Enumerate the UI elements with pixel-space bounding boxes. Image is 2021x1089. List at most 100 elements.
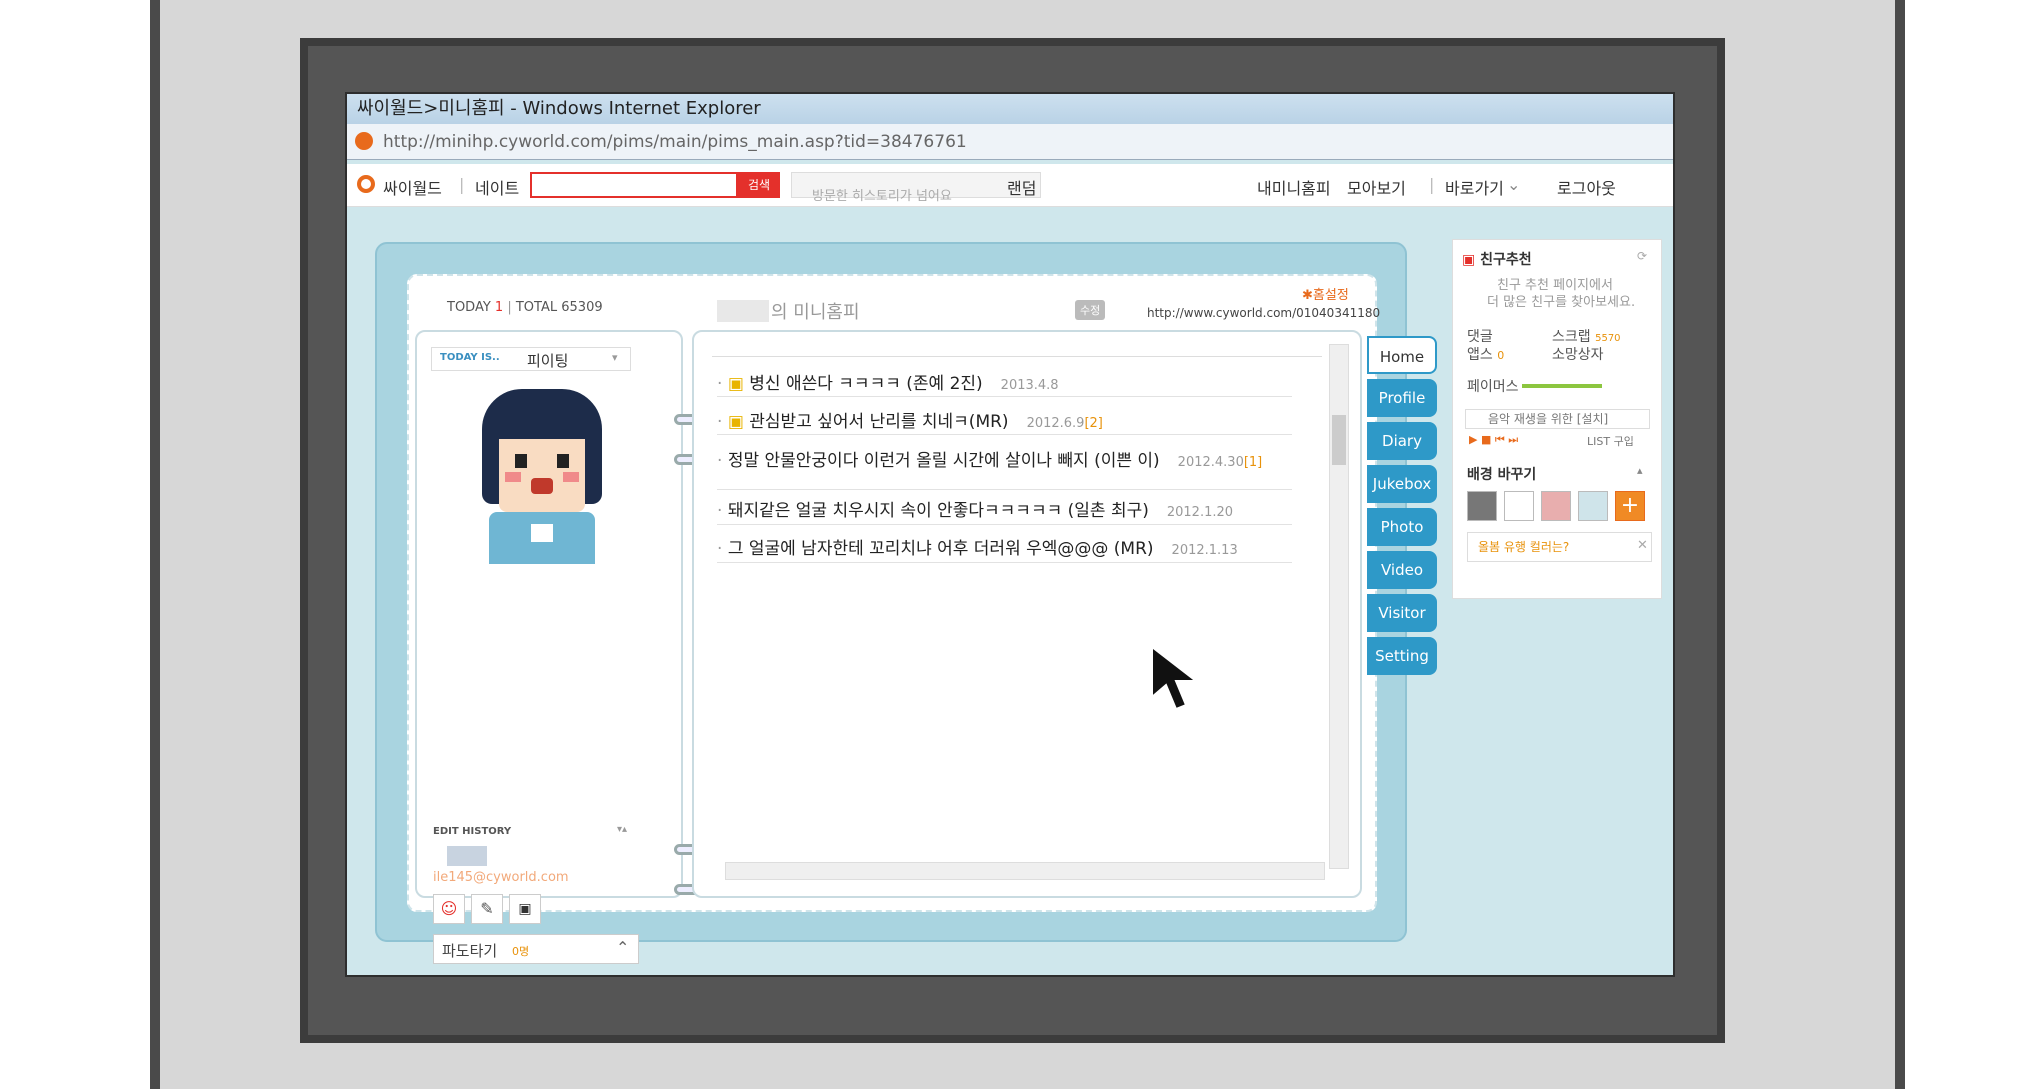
post-date: 2012.4.30 xyxy=(1177,455,1244,470)
close-icon[interactable]: ✕ xyxy=(1637,538,1648,553)
post-comment-count: [2] xyxy=(1084,416,1103,431)
tab-setting[interactable]: Setting xyxy=(1367,637,1437,675)
divider xyxy=(717,489,1292,490)
post-title[interactable]: 관심받고 싶어서 난리를 치네ㅋ(MR) xyxy=(749,412,1008,432)
nav-cyworld-link[interactable]: 싸이월드 xyxy=(383,175,442,199)
music-install[interactable]: 음악 재생을 위한 [설치] xyxy=(1465,409,1650,429)
tab-jukebox[interactable]: Jukebox xyxy=(1367,465,1437,503)
address-bar[interactable]: http://minihp.cyworld.com/pims/main/pims… xyxy=(347,124,1673,160)
add-bg-icon[interactable]: + xyxy=(1615,491,1645,521)
tooltip-text: 올봄 유행 컬러는? xyxy=(1478,540,1570,554)
minihompy-title: 의 미니홈피 xyxy=(771,302,860,323)
post-title[interactable]: 정말 안물안궁이다 이런거 올릴 시간에 살이나 빼지 (이쁜 이) xyxy=(728,451,1160,471)
nav-logout[interactable]: 로그아웃 xyxy=(1557,175,1616,199)
history-placeholder: 방문한 히스토리가 넘어요 xyxy=(812,189,952,204)
nav-divider: | xyxy=(459,175,465,194)
music-list[interactable]: LIST 구입 xyxy=(1587,433,1634,449)
cyworld-logo-icon xyxy=(357,175,375,193)
history-box[interactable]: 방문한 히스토리가 넘어요 xyxy=(791,172,1041,204)
tab-diary[interactable]: Diary xyxy=(1367,422,1437,460)
friend-icon[interactable]: ☺ xyxy=(433,894,465,924)
apps-row[interactable]: 앱스 0 xyxy=(1467,344,1504,364)
post-title[interactable]: 병신 애쓴다 ㅋㅋㅋㅋ (존예 2진) xyxy=(749,374,982,394)
scrap-row[interactable]: 스크랩 5570 xyxy=(1552,326,1621,346)
list-item[interactable]: · 돼지같은 얼굴 치우시지 속이 안좋다ㅋㅋㅋㅋㅋ (일촌 최구) 2012.1… xyxy=(717,496,1233,521)
mood-selector[interactable]: TODAY IS.. 피이팅 ▾ xyxy=(431,347,631,371)
scrollbar-thumb[interactable] xyxy=(1332,415,1346,465)
wave-selector[interactable]: 파도타기 0명 ⌃ xyxy=(433,934,639,964)
chevron-down-icon[interactable]: ⌄ xyxy=(1507,175,1520,194)
mouse-pointer-icon xyxy=(1151,645,1199,711)
collapse-panel-icon[interactable]: ▴ xyxy=(1637,464,1643,477)
browser-screen: 싸이월드>미니홈피 - Windows Internet Explorer ht… xyxy=(345,92,1675,977)
folder-icon: ▣ xyxy=(727,374,744,394)
tab-video[interactable]: Video xyxy=(1367,551,1437,589)
collapse-icon[interactable]: ▾▴ xyxy=(617,824,627,835)
wave-count: 0명 xyxy=(512,945,530,958)
random-button[interactable]: 랜덤 xyxy=(1007,175,1036,199)
list-item[interactable]: · 그 얼굴에 남자한테 꼬리치냐 어후 더러워 우엑@@@ (MR) 2012.… xyxy=(717,534,1238,559)
scrap-count: 5570 xyxy=(1595,333,1621,344)
post-date: 2012.1.20 xyxy=(1166,505,1234,520)
search-button[interactable]: 검색 xyxy=(738,172,780,198)
friend-recommend-icon: ▣ xyxy=(1462,252,1476,268)
total-label: TOTAL xyxy=(515,300,558,315)
post-title[interactable]: 돼지같은 얼굴 치우시지 속이 안좋다ㅋㅋㅋㅋㅋ (일촌 최구) xyxy=(728,501,1149,521)
top-navigation: 싸이월드 | 네이트 검색 방문한 히스토리가 넘어요 랜덤 내미니홈피 모아보… xyxy=(347,164,1673,207)
nav-shortcut[interactable]: 바로가기 xyxy=(1445,175,1504,199)
dropdown-icon[interactable]: ▾ xyxy=(612,351,618,364)
bg-change-title: 배경 바꾸기 xyxy=(1467,467,1537,483)
bg-swatch-blue[interactable] xyxy=(1578,491,1608,521)
nav-nate-link[interactable]: 네이트 xyxy=(475,175,519,199)
wave-label: 파도타기 xyxy=(442,942,498,960)
divider xyxy=(717,434,1292,435)
today-label: TODAY xyxy=(447,300,491,315)
refresh-icon[interactable]: ⟳ xyxy=(1637,249,1647,263)
divider xyxy=(717,524,1292,525)
edit-button[interactable]: 수정 xyxy=(1075,300,1106,320)
today-count: 1 xyxy=(494,300,504,315)
list-item[interactable]: · 정말 안물안궁이다 이런거 올릴 시간에 살이나 빼지 (이쁜 이) 2012… xyxy=(717,446,1262,471)
post-title[interactable]: 그 얼굴에 남자한테 꼬리치냐 어후 더러워 우엑@@@ (MR) xyxy=(728,539,1154,559)
tab-photo[interactable]: Photo xyxy=(1367,508,1437,546)
home-url[interactable]: http://www.cyworld.com/01040341180 xyxy=(1147,306,1380,320)
comment-label[interactable]: 댓글 xyxy=(1467,326,1493,346)
apps-label: 앱스 xyxy=(1467,347,1493,363)
color-tooltip[interactable]: 올봄 유행 컬러는? xyxy=(1467,532,1652,562)
apps-count: 0 xyxy=(1497,349,1505,362)
list-item[interactable]: · ▣ 병신 애쓴다 ㅋㅋㅋㅋ (존예 2진) 2013.4.8 xyxy=(717,369,1059,394)
url-text[interactable]: http://minihp.cyworld.com/pims/main/pims… xyxy=(383,132,967,152)
divider xyxy=(717,562,1292,563)
total-count: 65309 xyxy=(561,300,603,315)
owner-email[interactable]: ile145@cyworld.com xyxy=(433,870,569,885)
site-icon xyxy=(355,132,373,150)
bg-swatch-gray[interactable] xyxy=(1467,491,1497,521)
bg-swatch-white[interactable] xyxy=(1504,491,1534,521)
vertical-scrollbar[interactable] xyxy=(1329,344,1349,869)
play-icon[interactable]: ▶ ■ ⏮ ⏭ xyxy=(1469,433,1518,447)
post-comment-count: [1] xyxy=(1243,455,1263,470)
post-date: 2012.6.9 xyxy=(1026,416,1085,431)
tab-profile[interactable]: Profile xyxy=(1367,379,1437,417)
tab-home[interactable]: Home xyxy=(1367,336,1437,374)
horizontal-scrollbar[interactable] xyxy=(725,862,1325,880)
recommend-text-2[interactable]: 더 많은 친구를 찾아보세요. xyxy=(1487,291,1635,310)
bg-swatch-pink[interactable] xyxy=(1541,491,1571,521)
pencil-icon[interactable]: ✎ xyxy=(471,894,503,924)
nav-my-minihompy[interactable]: 내미니홈피 xyxy=(1257,175,1331,199)
list-item[interactable]: · ▣ 관심받고 싶어서 난리를 치네ㅋ(MR) 2012.6.9[2] xyxy=(717,407,1103,432)
edit-history-links[interactable]: EDIT HISTORY xyxy=(433,826,511,837)
board-header xyxy=(712,344,1322,357)
home-settings-link[interactable]: ✱홈설정 xyxy=(1302,284,1349,303)
scrap-label: 스크랩 xyxy=(1552,329,1591,345)
wish-box[interactable]: 소망상자 xyxy=(1552,344,1604,364)
blurred-name xyxy=(447,846,487,866)
friend-recommend-title: ▣ 친구추천 xyxy=(1462,249,1532,269)
nav-collect[interactable]: 모아보기 xyxy=(1347,175,1406,199)
today-is-label: TODAY IS.. xyxy=(440,352,500,363)
avatar xyxy=(427,374,657,564)
camera-icon[interactable]: ▣ xyxy=(509,894,541,924)
tab-visitor[interactable]: Visitor xyxy=(1367,594,1437,632)
search-input[interactable] xyxy=(530,172,738,198)
friend-recommend-label: 친구추천 xyxy=(1480,252,1532,268)
